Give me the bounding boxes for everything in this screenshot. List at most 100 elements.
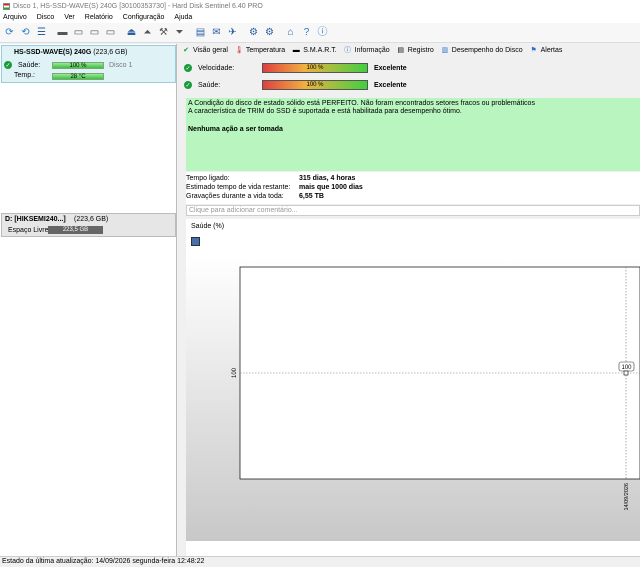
- disk-temp-row: Temp.:: [14, 72, 35, 79]
- message-line-1: A Condição do disco de estado sólido est…: [188, 100, 535, 107]
- health-bar: 100 %: [262, 80, 368, 90]
- info-icon: ⓘ: [344, 46, 352, 54]
- tab-label: Registro: [407, 47, 434, 54]
- check-icon: ✓: [4, 61, 12, 69]
- comment-field[interactable]: Clique para adicionar comentário...: [186, 205, 640, 216]
- toolbar-separator: [119, 25, 123, 40]
- stat-value: mais que 1000 dias: [299, 184, 363, 191]
- check-icon: ✔: [183, 46, 189, 54]
- free-space-label: Espaço Livre: [8, 227, 49, 234]
- window-title: Disco 1, HS-SSD-WAVE(S) 240G [3010035373…: [13, 2, 263, 10]
- health-row: ✓ Saúde: 100 % Excelente: [184, 80, 407, 90]
- data-point-label: 100: [621, 365, 632, 371]
- disk-temp-label: Temp.:: [14, 72, 36, 79]
- refresh-icon[interactable]: ⟳: [2, 25, 17, 40]
- list-icon[interactable]: ☰: [34, 25, 49, 40]
- volume-size: (223,6 GB): [74, 216, 109, 223]
- settings-icon[interactable]: ⚙: [246, 25, 261, 40]
- speed-value: Excelente: [374, 64, 407, 72]
- health-chart-panel: Saúde (%) 100 14/09/2026 100: [186, 219, 640, 556]
- tab-label: Temperatura: [245, 47, 286, 54]
- log-icon: ▤: [397, 46, 404, 54]
- stat-row: Gravações durante a vida toda: 6,55 TB: [186, 192, 640, 201]
- info-icon[interactable]: ⓘ: [315, 25, 330, 40]
- stat-row: Estimado tempo de vida restante: mais qu…: [186, 183, 640, 192]
- app-icon: [3, 2, 10, 10]
- speed-row: ✓ Velocidade: 100 % Excelente: [184, 63, 407, 73]
- toolbar-separator: [278, 25, 282, 40]
- speed-bar: 100 %: [262, 63, 368, 73]
- health-label-wrap: ✓ Saúde:: [184, 81, 262, 89]
- mail-icon[interactable]: ✉: [209, 25, 224, 40]
- free-space-bar: 223,5 GB: [48, 226, 103, 234]
- y-tick-label: 100: [232, 367, 238, 378]
- menu-arquivo[interactable]: Arquivo: [3, 14, 27, 21]
- disk-icon-3[interactable]: ▭: [103, 25, 118, 40]
- tools-icon[interactable]: ✈: [225, 25, 240, 40]
- menu-ver[interactable]: Ver: [64, 14, 75, 21]
- check-icon: ✓: [184, 64, 192, 72]
- disk-item[interactable]: HS-SSD-WAVE(S) 240G (223,6 GB) ✓ Saúde: …: [1, 45, 176, 83]
- tab-informacao[interactable]: ⓘ Informação: [344, 47, 390, 55]
- performance-icon: ▥: [441, 46, 449, 54]
- toolbar: ⟳ ⟲ ☰ ▬ ▭ ▭ ▭ ⏏ ⏶ ⚒ ⏷ ▤ ✉ ✈ ⚙ ⚙ ⌂ ? ⓘ: [0, 23, 640, 43]
- disk-tools-icon[interactable]: ⚒: [156, 25, 171, 40]
- tab-label: Desempenho do Disco: [451, 47, 523, 54]
- x-tick-label: 14/09/2026: [624, 483, 630, 511]
- tab-label: S.M.A.R.T.: [303, 47, 337, 54]
- stat-value: 6,55 TB: [299, 193, 324, 200]
- help-icon[interactable]: ?: [299, 25, 314, 40]
- menu-disco[interactable]: Disco: [37, 14, 55, 21]
- message-action: Nenhuma ação a ser tomada: [188, 126, 283, 133]
- toolbar-separator: [50, 25, 54, 40]
- toolbar-separator: [188, 25, 192, 40]
- tab-alertas[interactable]: ⚑ Alertas: [530, 46, 563, 55]
- tab-smart[interactable]: ▬ S.M.A.R.T.: [292, 46, 337, 55]
- status-message: A Condição do disco de estado sólido est…: [186, 98, 640, 171]
- main-panel: ✔ Visão geral 🌡 Temperatura ▬ S.M.A.R.T.…: [182, 44, 640, 556]
- refresh-all-icon[interactable]: ⟲: [18, 25, 33, 40]
- tab-bar: ✔ Visão geral 🌡 Temperatura ▬ S.M.A.R.T.…: [182, 44, 640, 57]
- disk-icon[interactable]: ▭: [71, 25, 86, 40]
- health-chart: 100 14/09/2026 100: [186, 257, 640, 541]
- settings-alt-icon[interactable]: ⚙: [262, 25, 277, 40]
- report-icon[interactable]: ▤: [193, 25, 208, 40]
- disk-number: Disco 1: [109, 62, 133, 69]
- alert-icon: ⚑: [530, 46, 537, 54]
- check-icon: ✓: [184, 81, 192, 89]
- disk-name-text: HS-SSD-WAVE(S) 240G: [14, 49, 92, 56]
- stat-key: Gravações durante a vida toda:: [186, 193, 284, 200]
- disk-health-label: Saúde:: [18, 61, 41, 69]
- stat-key: Estimado tempo de vida restante:: [186, 184, 291, 191]
- health-value: Excelente: [374, 81, 407, 89]
- menu-configuracao[interactable]: Configuração: [123, 14, 165, 21]
- tab-visao-geral[interactable]: ✔ Visão geral: [182, 47, 228, 55]
- toolbar-separator: [241, 25, 245, 40]
- thermometer-icon: 🌡: [234, 46, 244, 54]
- disk-temp-bar: 28 °C: [52, 73, 104, 80]
- speed-label: Velocidade:: [198, 64, 235, 72]
- menu-relatorio[interactable]: Relatório: [85, 14, 113, 21]
- tab-temperatura[interactable]: 🌡 Temperatura: [235, 47, 285, 55]
- tab-label: Visão geral: [193, 47, 228, 54]
- message-line-2: A característica de TRIM do SSD é suport…: [188, 108, 462, 115]
- menu-bar: Arquivo Disco Ver Relatório Configuração…: [0, 12, 640, 23]
- disk-icon-2[interactable]: ▭: [87, 25, 102, 40]
- stats-panel: Tempo ligado: 315 dias, 4 horas Estimado…: [186, 172, 640, 204]
- disk-name: HS-SSD-WAVE(S) 240G (223,6 GB): [14, 49, 127, 56]
- tab-registro[interactable]: ▤ Registro: [397, 46, 434, 55]
- camera-icon[interactable]: ⌂: [283, 25, 298, 40]
- eject-icon[interactable]: ⏏: [124, 25, 139, 40]
- tab-desempenho[interactable]: ▥ Desempenho do Disco: [441, 46, 523, 55]
- disk-size: (223,6 GB): [93, 49, 128, 56]
- stat-value: 315 dias, 4 horas: [299, 175, 356, 182]
- disk-down-icon[interactable]: ⏷: [172, 25, 187, 40]
- disk-up-icon[interactable]: ⏶: [140, 25, 155, 40]
- tab-label: Alertas: [540, 47, 563, 54]
- disk-hide-icon[interactable]: ▬: [55, 25, 70, 40]
- status-bar: Estado da última atualização: 14/09/2026…: [0, 556, 640, 567]
- stat-row: Tempo ligado: 315 dias, 4 horas: [186, 174, 640, 183]
- smart-icon: ▬: [292, 46, 300, 54]
- menu-ajuda[interactable]: Ajuda: [174, 14, 192, 21]
- volume-item[interactable]: D: [HIKSEMI240...] (223,6 GB) Espaço Liv…: [1, 213, 176, 237]
